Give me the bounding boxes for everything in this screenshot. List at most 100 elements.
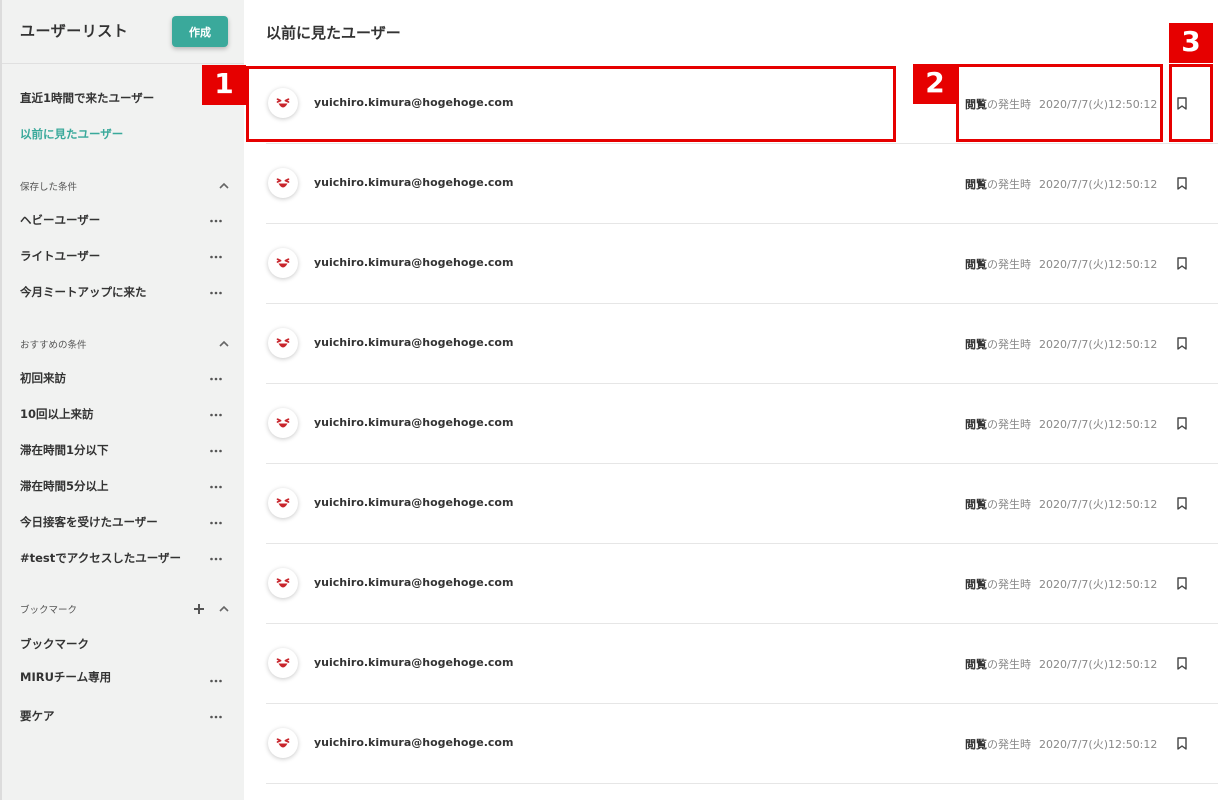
smiling-face-icon [276,498,290,508]
more-dots-icon[interactable] [209,412,223,418]
user-avatar [268,648,298,678]
recommended-item-first-visit[interactable]: 初回来訪 [20,370,66,386]
more-dots-icon[interactable] [209,290,223,296]
callout-box-bookmark [1169,64,1213,142]
smiling-face-icon [276,738,290,748]
bookmark-icon[interactable] [1176,337,1188,350]
user-email[interactable]: yuichiro.kimura@hogehoge.com [314,576,513,589]
saved-item-heavy-user[interactable]: ヘビーユーザー [20,212,100,228]
bookmark-icon[interactable] [1176,177,1188,190]
bookmark-icon[interactable] [1176,257,1188,270]
page-title: 以前に見たユーザー [266,24,401,42]
event-kind: 閲覧 [965,658,987,671]
saved-item-light-user[interactable]: ライトユーザー [20,248,100,264]
bookmark-icon[interactable] [1176,657,1188,670]
user-avatar [268,408,298,438]
user-row[interactable]: yuichiro.kimura@hogehoge.com 閲覧の発生時 2020/7… [266,224,1218,304]
bookmark-item-miru-team[interactable]: MIRUチーム専用 [20,669,111,685]
more-dots-icon[interactable] [209,678,223,684]
user-row[interactable]: yuichiro.kimura@hogehoge.com 閲覧の発生時 2020/7… [266,624,1218,704]
more-dots-icon[interactable] [209,484,223,490]
event-info: 閲覧の発生時 2020/7/7(火)12:50:12 [965,256,1157,272]
more-dots-icon[interactable] [209,556,223,562]
event-suffix: の発生時 [987,178,1031,191]
plus-icon[interactable] [192,602,206,616]
event-kind: 閲覧 [965,258,987,271]
bookmark-item-bookmark[interactable]: ブックマーク [20,636,89,652]
sidebar-header: ユーザーリスト 作成 [2,0,244,64]
event-suffix: の発生時 [987,338,1031,351]
user-email[interactable]: yuichiro.kimura@hogehoge.com [314,176,513,189]
smiling-face-icon [276,178,290,188]
sidebar: ユーザーリスト 作成 直近1時間で来たユーザー 以前に見たユーザー 保存した条件… [0,0,244,800]
user-avatar [268,568,298,598]
user-row[interactable]: yuichiro.kimura@hogehoge.com 閲覧の発生時 2020/7… [266,704,1218,784]
bookmark-icon[interactable] [1176,417,1188,430]
user-email[interactable]: yuichiro.kimura@hogehoge.com [314,336,513,349]
sidebar-item-recent-hour[interactable]: 直近1時間で来たユーザー [20,90,154,106]
smiling-face-icon [276,658,290,668]
more-dots-icon[interactable] [209,376,223,382]
recommended-conditions-section-label: おすすめの条件 [20,340,87,351]
app-window: ユーザーリスト 作成 直近1時間で来たユーザー 以前に見たユーザー 保存した条件… [0,0,1218,800]
more-dots-icon[interactable] [209,218,223,224]
user-email[interactable]: yuichiro.kimura@hogehoge.com [314,496,513,509]
event-timestamp: 2020/7/7(火)12:50:12 [1039,738,1158,751]
callout-number-1: 1 [202,65,246,105]
user-row[interactable]: yuichiro.kimura@hogehoge.com 閲覧の発生時 2020/7… [266,544,1218,624]
event-suffix: の発生時 [987,418,1031,431]
bookmark-icon[interactable] [1176,577,1188,590]
smiling-face-icon [276,578,290,588]
more-dots-icon[interactable] [209,714,223,720]
user-email[interactable]: yuichiro.kimura@hogehoge.com [314,256,513,269]
user-row[interactable]: yuichiro.kimura@hogehoge.com 閲覧の発生時 2020/7… [266,144,1218,224]
user-email[interactable]: yuichiro.kimura@hogehoge.com [314,656,513,669]
user-email[interactable]: yuichiro.kimura@hogehoge.com [314,416,513,429]
chevron-up-icon[interactable] [218,339,230,349]
more-dots-icon[interactable] [209,520,223,526]
user-row[interactable]: yuichiro.kimura@hogehoge.com 閲覧の発生時 2020/7… [266,304,1218,384]
event-kind: 閲覧 [965,338,987,351]
recommended-item-stay-under-1min[interactable]: 滞在時間1分以下 [20,442,109,458]
user-email[interactable]: yuichiro.kimura@hogehoge.com [314,736,513,749]
create-button[interactable]: 作成 [172,16,228,47]
bookmark-icon[interactable] [1176,737,1188,750]
event-suffix: の発生時 [987,658,1031,671]
chevron-up-icon[interactable] [218,604,230,614]
event-timestamp: 2020/7/7(火)12:50:12 [1039,578,1158,591]
event-suffix: の発生時 [987,498,1031,511]
smiling-face-icon [276,338,290,348]
sidebar-item-previously-viewed[interactable]: 以前に見たユーザー [20,126,123,142]
saved-item-meetup[interactable]: 今月ミートアップに来た [20,284,147,300]
callout-box-event-time [956,64,1163,142]
smiling-face-icon [276,258,290,268]
event-kind: 閲覧 [965,738,987,751]
event-suffix: の発生時 [987,738,1031,751]
smiling-face-icon [276,418,290,428]
user-row[interactable]: yuichiro.kimura@hogehoge.com 閲覧の発生時 2020/7… [266,464,1218,544]
callout-number-2: 2 [913,64,957,104]
bookmark-item-needs-care[interactable]: 要ケア [20,708,55,724]
event-kind: 閲覧 [965,498,987,511]
user-row[interactable]: yuichiro.kimura@hogehoge.com 閲覧の発生時 2020/7… [266,384,1218,464]
event-timestamp: 2020/7/7(火)12:50:12 [1039,498,1158,511]
event-suffix: の発生時 [987,258,1031,271]
more-dots-icon[interactable] [209,254,223,260]
recommended-item-test-access[interactable]: #testでアクセスしたユーザー [20,550,181,566]
event-timestamp: 2020/7/7(火)12:50:12 [1039,418,1158,431]
event-timestamp: 2020/7/7(火)12:50:12 [1039,178,1158,191]
bookmark-icon[interactable] [1176,497,1188,510]
bookmark-section-label: ブックマーク [20,605,78,616]
event-info: 閲覧の発生時 2020/7/7(火)12:50:12 [965,736,1157,752]
user-avatar [268,488,298,518]
recommended-item-10-visits[interactable]: 10回以上来訪 [20,406,94,422]
event-kind: 閲覧 [965,418,987,431]
chevron-up-icon[interactable] [218,181,230,191]
event-info: 閲覧の発生時 2020/7/7(火)12:50:12 [965,576,1157,592]
sidebar-title: ユーザーリスト [20,22,129,40]
more-dots-icon[interactable] [209,448,223,454]
saved-conditions-section-label: 保存した条件 [20,182,78,193]
event-kind: 閲覧 [965,578,987,591]
recommended-item-served-today[interactable]: 今日接客を受けたユーザー [20,514,158,530]
recommended-item-stay-over-5min[interactable]: 滞在時間5分以上 [20,478,109,494]
